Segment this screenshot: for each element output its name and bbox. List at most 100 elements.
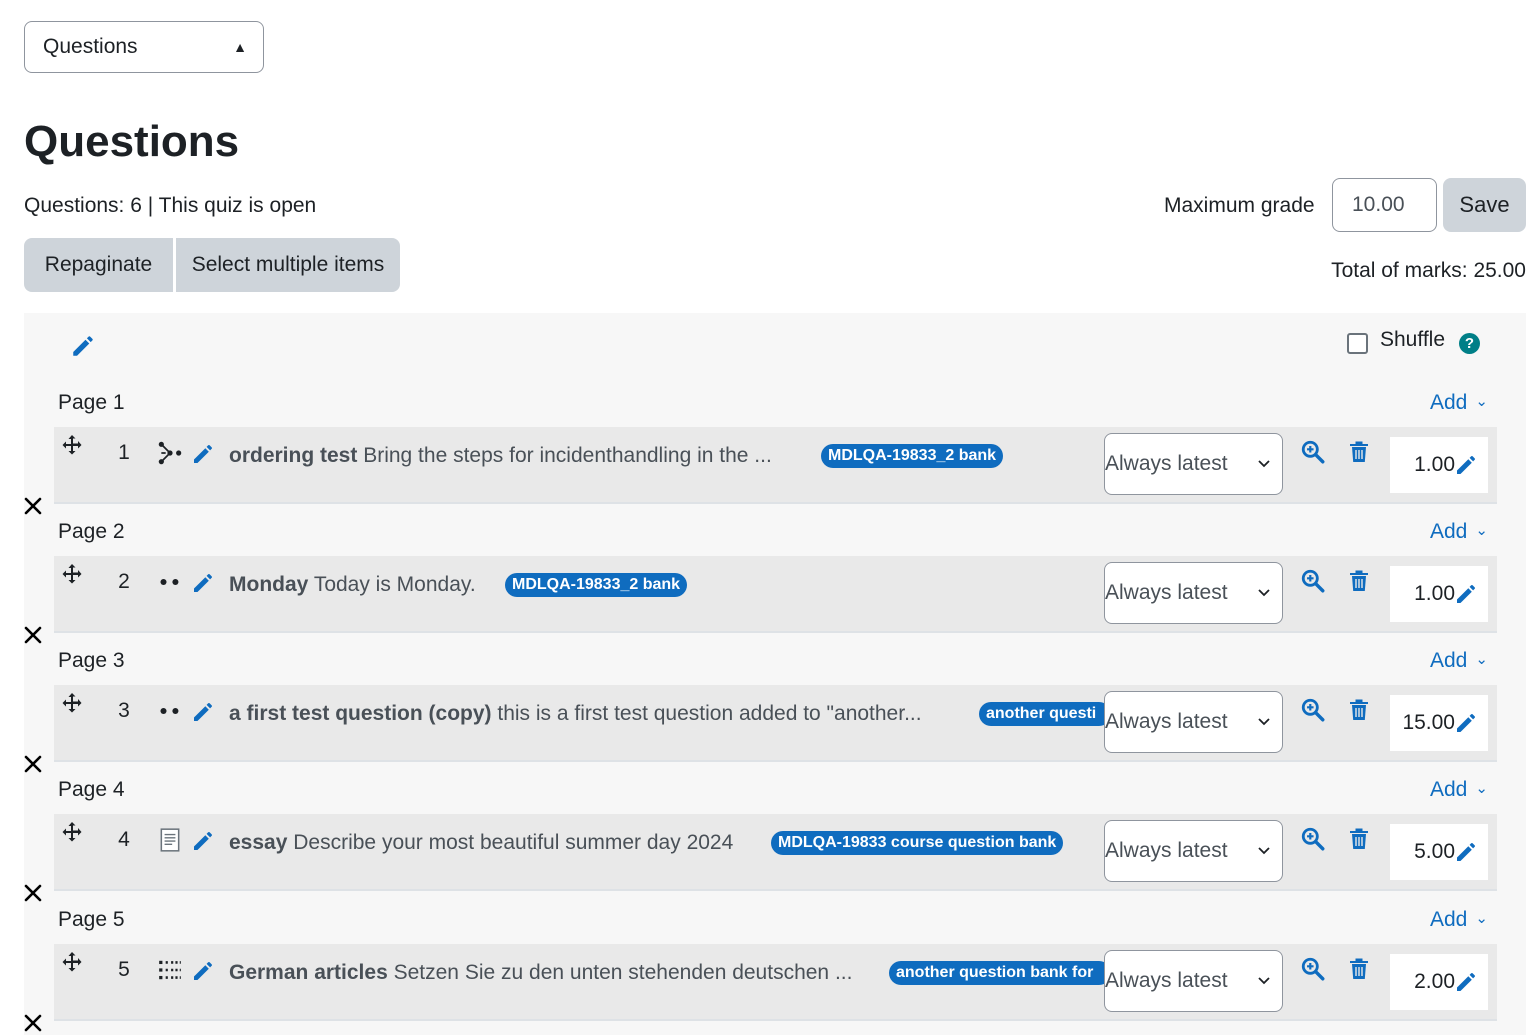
question-version-select[interactable]: Always latest xyxy=(1104,691,1283,753)
chevron-down-icon xyxy=(1258,460,1270,468)
question-name: Monday xyxy=(229,573,309,596)
quiz-section-panel xyxy=(24,313,1526,1035)
edit-question-pencil-icon[interactable] xyxy=(191,700,215,724)
shuffle-label: Shuffle xyxy=(1380,328,1445,351)
delete-trash-icon[interactable] xyxy=(1348,827,1370,851)
question-version-select[interactable]: Always latest xyxy=(1104,950,1283,1012)
add-label: Add xyxy=(1430,520,1468,543)
chevron-down-icon: ⌄ xyxy=(1475,651,1488,668)
edit-max-mark-pencil-icon[interactable] xyxy=(1454,840,1478,864)
edit-question-pencil-icon[interactable] xyxy=(191,442,215,466)
chevron-down-icon xyxy=(1258,977,1270,985)
preview-magnifier-icon[interactable] xyxy=(1300,568,1326,594)
preview-magnifier-icon[interactable] xyxy=(1300,826,1326,852)
question-summary: Today is Monday. xyxy=(313,573,476,596)
chevron-down-icon xyxy=(1258,718,1270,726)
question-text-link[interactable]: Monday Today is Monday. xyxy=(229,571,499,599)
slot-number: 3 xyxy=(118,699,130,722)
question-summary: Setzen Sie zu den unten stehenden deutsc… xyxy=(393,961,853,984)
slot-divider xyxy=(54,502,1497,504)
edit-max-mark-pencil-icon[interactable] xyxy=(1454,970,1478,994)
move-handle-icon[interactable] xyxy=(60,562,84,586)
question-text-link[interactable]: ordering test Bring the steps for incide… xyxy=(229,442,814,470)
preview-magnifier-icon[interactable] xyxy=(1300,697,1326,723)
add-menu-link[interactable]: Add ⌄ xyxy=(1430,389,1488,419)
add-menu-link[interactable]: Add ⌄ xyxy=(1430,906,1488,936)
max-mark-value: 1.00 xyxy=(1414,582,1455,605)
max-mark-box: 15.00 xyxy=(1390,695,1488,751)
nav-select-value: Questions xyxy=(43,35,138,58)
question-summary: Bring the steps for incidenthandling in … xyxy=(363,444,772,467)
ordering-icon xyxy=(158,441,182,465)
remove-page-break-x-icon[interactable] xyxy=(24,626,42,644)
repaginate-button[interactable]: Repaginate xyxy=(24,238,173,292)
slot-number: 2 xyxy=(118,570,130,593)
question-version-select[interactable]: Always latest xyxy=(1104,820,1283,882)
chevron-down-icon xyxy=(1258,589,1270,597)
delete-trash-icon[interactable] xyxy=(1348,957,1370,981)
question-version-select[interactable]: Always latest xyxy=(1104,433,1283,495)
page-title: Questions xyxy=(24,117,240,166)
slot-divider xyxy=(54,889,1497,891)
version-select-value: Always latest xyxy=(1105,452,1228,475)
delete-trash-icon[interactable] xyxy=(1348,569,1370,593)
edit-question-pencil-icon[interactable] xyxy=(191,571,215,595)
version-select-value: Always latest xyxy=(1105,969,1228,992)
add-label: Add xyxy=(1430,391,1468,414)
question-bank-badge: MDLQA-19833_2 bank xyxy=(821,444,1004,468)
version-select-value: Always latest xyxy=(1105,839,1228,862)
add-menu-link[interactable]: Add ⌄ xyxy=(1430,776,1488,806)
edit-max-mark-pencil-icon[interactable] xyxy=(1454,453,1478,477)
add-menu-link[interactable]: Add ⌄ xyxy=(1430,518,1488,548)
chevron-down-icon: ⌄ xyxy=(1475,393,1488,410)
slot-divider xyxy=(54,631,1497,633)
max-mark-box: 5.00 xyxy=(1390,824,1488,880)
delete-trash-icon[interactable] xyxy=(1348,440,1370,464)
delete-trash-icon[interactable] xyxy=(1348,698,1370,722)
version-select-value: Always latest xyxy=(1105,581,1228,604)
chevron-down-icon: ⌄ xyxy=(1475,910,1488,927)
quiz-navigation-select[interactable]: Questions ▲ xyxy=(24,21,264,73)
edit-question-pencil-icon[interactable] xyxy=(191,829,215,853)
remove-page-break-x-icon[interactable] xyxy=(24,755,42,773)
max-mark-box: 2.00 xyxy=(1390,954,1488,1010)
max-mark-value: 15.00 xyxy=(1402,711,1455,734)
chevron-down-icon: ⌄ xyxy=(1475,780,1488,797)
preview-magnifier-icon[interactable] xyxy=(1300,956,1326,982)
question-bank-badge: another questi xyxy=(979,702,1111,726)
edit-max-mark-pencil-icon[interactable] xyxy=(1454,582,1478,606)
edit-question-pencil-icon[interactable] xyxy=(191,959,215,983)
chevron-down-icon: ⌄ xyxy=(1475,522,1488,539)
max-mark-box: 1.00 xyxy=(1390,437,1488,493)
page-label: Page 1 xyxy=(58,391,125,414)
edit-section-heading-pencil-icon[interactable] xyxy=(70,333,96,359)
question-text-link[interactable]: a first test question (copy) this is a f… xyxy=(229,700,971,728)
question-name: essay xyxy=(229,831,288,854)
slot-number: 4 xyxy=(118,828,130,851)
maximum-grade-input[interactable]: 10.00 xyxy=(1332,178,1437,232)
move-handle-icon[interactable] xyxy=(60,691,84,715)
shuffle-checkbox[interactable] xyxy=(1347,333,1368,354)
page-label: Page 2 xyxy=(58,520,125,543)
remove-page-break-x-icon[interactable] xyxy=(24,1014,42,1032)
toolbar-button-group: Repaginate Select multiple items xyxy=(24,238,400,292)
essay-icon xyxy=(160,828,180,852)
remove-page-break-x-icon[interactable] xyxy=(24,884,42,902)
question-version-select[interactable]: Always latest xyxy=(1104,562,1283,624)
add-menu-link[interactable]: Add ⌄ xyxy=(1430,647,1488,677)
move-handle-icon[interactable] xyxy=(60,433,84,457)
save-button[interactable]: Save xyxy=(1443,178,1526,232)
select-multiple-items-button[interactable]: Select multiple items xyxy=(176,238,400,292)
edit-max-mark-pencil-icon[interactable] xyxy=(1454,711,1478,735)
question-text-link[interactable]: German articles Setzen Sie zu den unten … xyxy=(229,959,881,987)
max-mark-value: 5.00 xyxy=(1414,840,1455,863)
move-handle-icon[interactable] xyxy=(60,950,84,974)
total-of-marks: Total of marks: 25.00 xyxy=(1331,259,1526,282)
shuffle-help-icon[interactable]: ? xyxy=(1459,333,1480,354)
max-mark-value: 2.00 xyxy=(1414,970,1455,993)
preview-magnifier-icon[interactable] xyxy=(1300,439,1326,465)
question-text-link[interactable]: essay Describe your most beautiful summe… xyxy=(229,829,764,857)
move-handle-icon[interactable] xyxy=(60,820,84,844)
remove-page-break-x-icon[interactable] xyxy=(24,497,42,515)
quiz-status-line: Questions: 6 | This quiz is open xyxy=(24,194,317,217)
